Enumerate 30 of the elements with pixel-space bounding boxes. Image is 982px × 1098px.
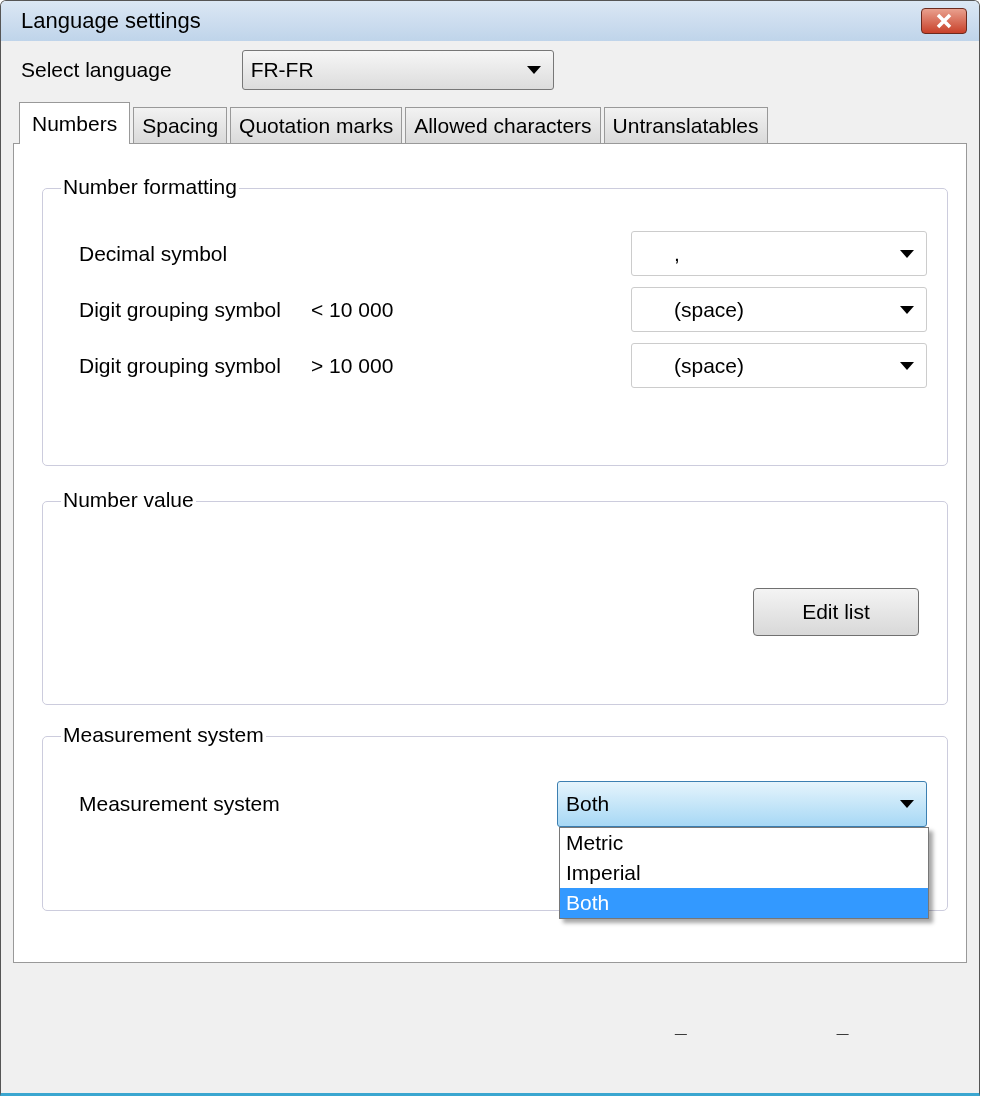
tab[interactable]: Spacing — [133, 107, 228, 143]
dropdown-option[interactable]: Metric — [560, 828, 928, 858]
footer-mark: _ — [836, 1013, 849, 1037]
field-label: Digit grouping symbol — [79, 297, 282, 322]
caret-icon — [900, 249, 914, 258]
tab[interactable]: Quotation marks — [230, 107, 403, 143]
field-label: Digit grouping symbol — [79, 353, 282, 378]
close-button[interactable] — [921, 8, 967, 34]
condition-label: > 10 000 — [311, 353, 395, 378]
symbol-dropdown[interactable]: (space) — [631, 343, 927, 388]
tab[interactable]: Numbers — [19, 102, 131, 144]
field-label: Measurement system — [79, 792, 281, 816]
caret-icon — [900, 361, 914, 370]
dropdown-option[interactable]: Imperial — [560, 858, 928, 888]
window-title: Language settings — [21, 8, 201, 34]
field-label: Select language — [21, 58, 172, 82]
measurement-dropdown[interactable]: Both — [557, 781, 927, 827]
footer-mark: _ — [675, 1013, 687, 1037]
symbol-dropdown[interactable]: (space) — [631, 287, 927, 332]
caret-icon — [526, 66, 541, 74]
tab[interactable]: Untranslatables — [603, 107, 768, 143]
caret-icon — [900, 305, 914, 314]
tab[interactable]: Allowed characters — [405, 107, 601, 143]
caret-icon — [900, 800, 914, 808]
language-dropdown[interactable]: FR-FR — [241, 50, 554, 90]
condition-label: < 10 000 — [311, 297, 395, 322]
field-label: Decimal symbol — [79, 241, 229, 266]
close-icon — [934, 13, 954, 29]
edit-list-button[interactable]: Edit list — [753, 588, 919, 636]
symbol-dropdown[interactable]: , — [631, 231, 927, 276]
